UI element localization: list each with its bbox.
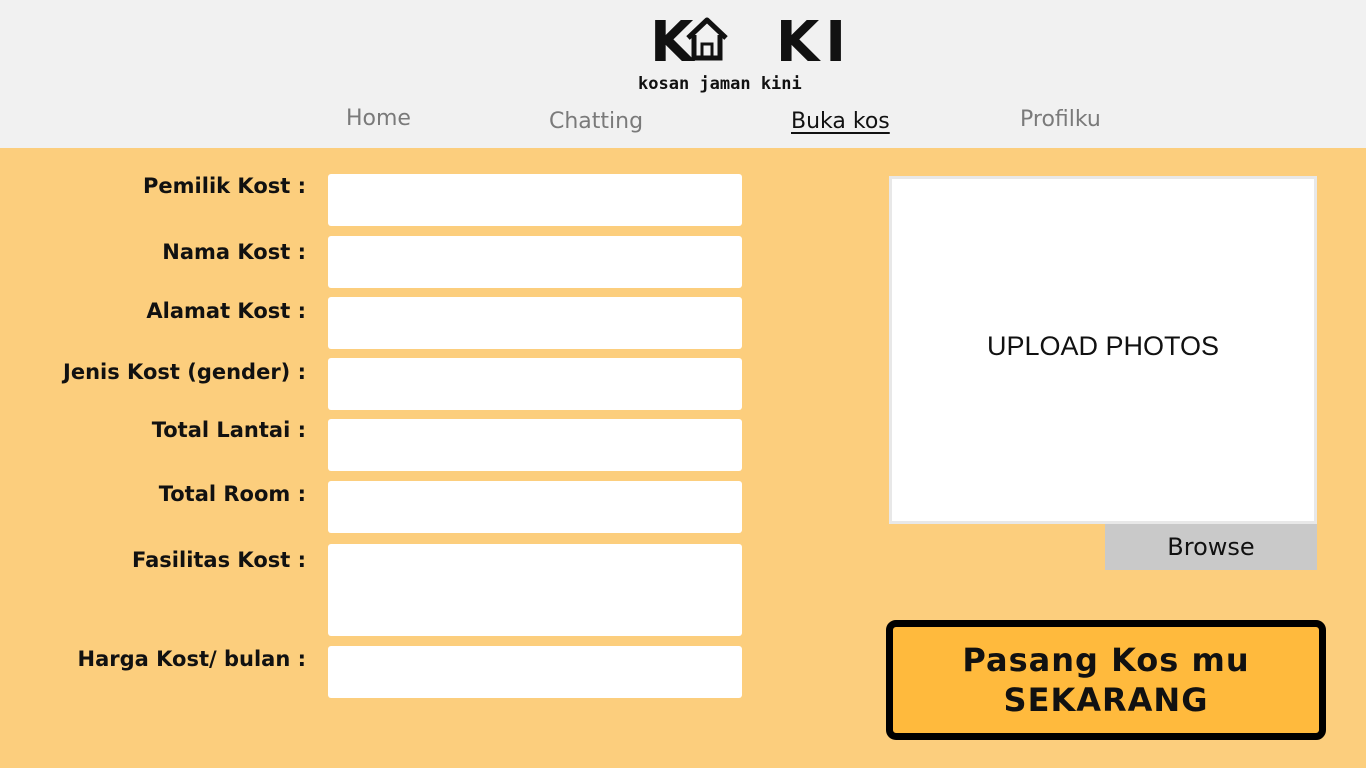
harga-kost-input[interactable] [328,646,742,698]
pemilik-kost-input[interactable] [328,174,742,226]
label-pemilik-kost: Pemilik Kost : [143,174,306,198]
label-total-lantai: Total Lantai : [151,418,306,442]
jenis-kost-input[interactable] [328,358,742,410]
brand-name-letters: K KI [650,10,853,75]
total-room-input[interactable] [328,481,742,533]
cta-line-1: Pasang Kos mu [962,641,1250,679]
cta-line-2: SEKARANG [1003,681,1209,719]
nama-kost-input[interactable] [328,236,742,288]
house-icon [686,17,728,61]
total-lantai-input[interactable] [328,419,742,471]
upload-photos-label: UPLOAD PHOTOS [986,330,1220,361]
alamat-kost-input[interactable] [328,297,742,349]
fasilitas-kost-textarea[interactable] [328,544,742,636]
label-total-room: Total Room : [158,482,306,506]
browse-button[interactable]: Browse [1105,524,1317,570]
label-jenis-kost: Jenis Kost (gender) : [63,360,306,384]
nav-buka-kos[interactable]: Buka kos [791,109,890,134]
label-fasilitas-kost: Fasilitas Kost : [132,548,306,572]
nav-profilku[interactable]: Profilku [1020,107,1101,132]
brand-tagline: kosan jaman kini [638,74,802,94]
upload-photos-dropzone[interactable]: UPLOAD PHOTOS [889,176,1317,524]
label-nama-kost: Nama Kost : [162,240,306,264]
pasang-kos-button[interactable]: Pasang Kos mu SEKARANG [886,620,1326,740]
header: K KI kosan jaman kini Home Chatting Buka… [0,0,1366,148]
brand-logo[interactable]: K KI kosan jaman kini [638,12,846,102]
label-harga-kost: Harga Kost/ bulan : [77,647,306,671]
nav-chatting[interactable]: Chatting [549,109,643,134]
nav-home[interactable]: Home [346,106,411,131]
label-alamat-kost: Alamat Kost : [146,299,306,323]
